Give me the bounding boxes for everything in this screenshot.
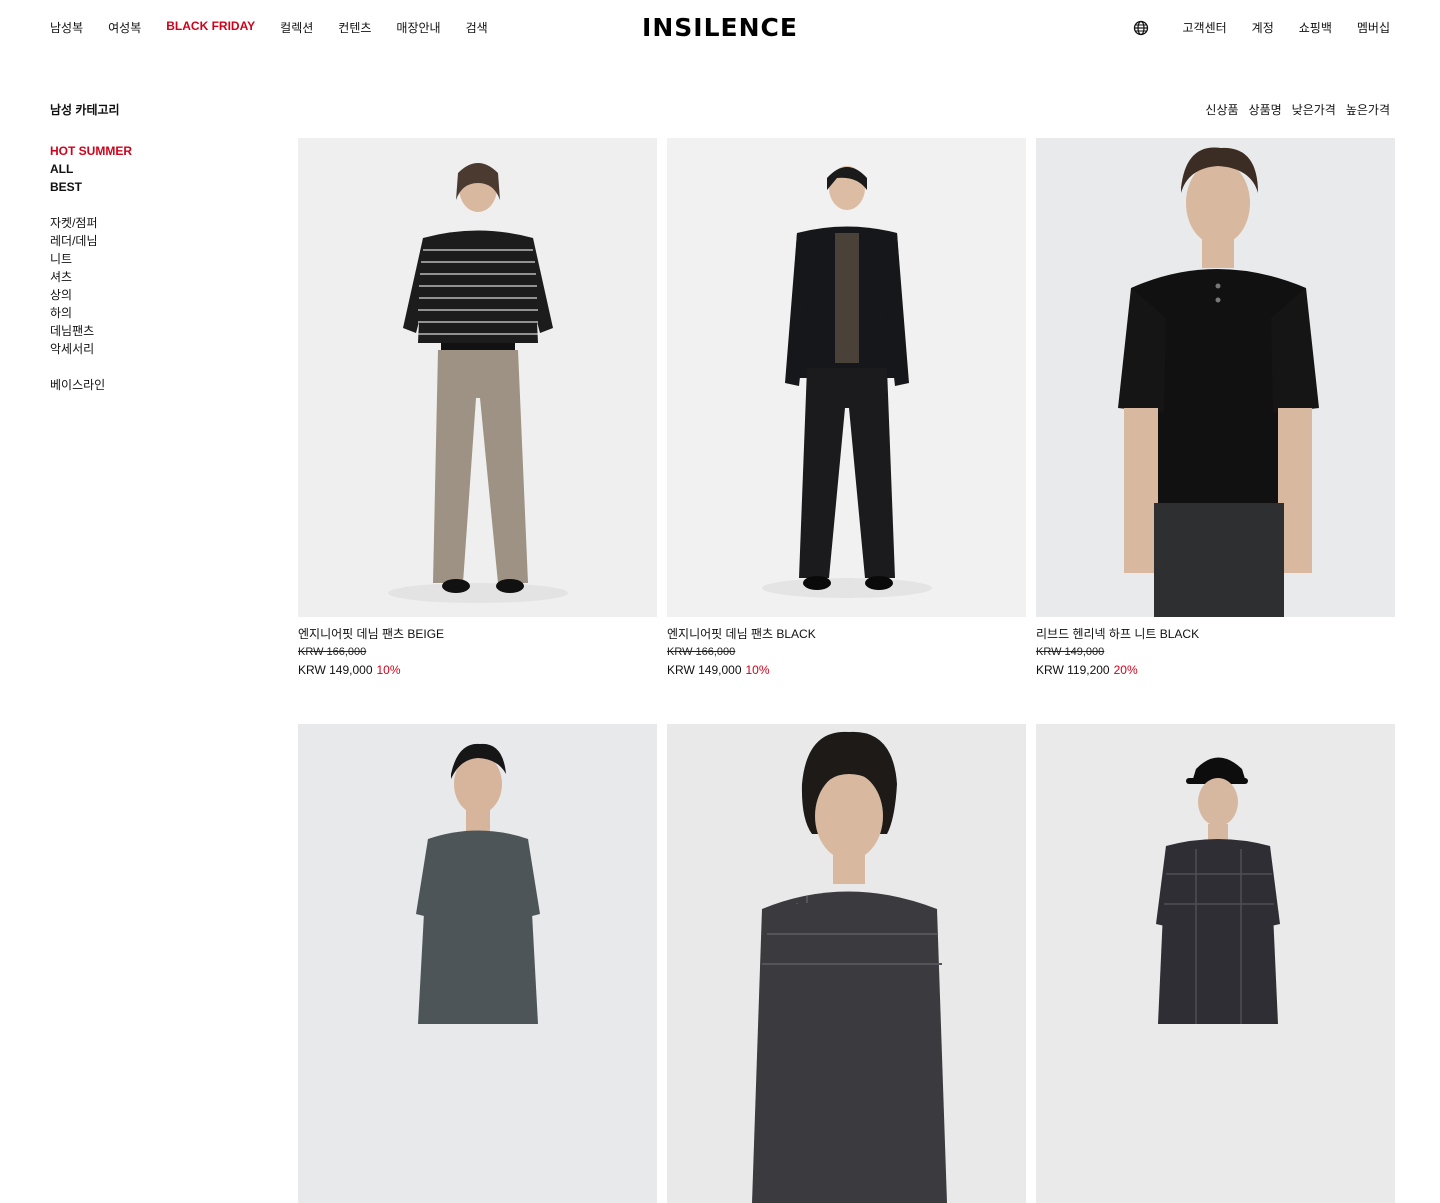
nav-membership[interactable]: 멤버십 — [1357, 19, 1390, 36]
nav-customer-center[interactable]: 고객센터 — [1182, 19, 1226, 36]
sidebar-item-leather-denim[interactable]: 레더/데님 — [50, 232, 132, 250]
product-name[interactable]: 리브드 헨리넥 하프 니트 BLACK — [1036, 625, 1395, 643]
sidebar-item-denim-pants[interactable]: 데님팬츠 — [50, 322, 132, 340]
original-price: KRW 166,000 — [298, 646, 367, 658]
sale-price: KRW 149,000 — [667, 663, 742, 677]
sale-price: KRW 119,200 — [1036, 663, 1110, 677]
sale-price-row: KRW 149,000 10% — [667, 661, 1026, 679]
sidebar-item-hot-summer[interactable]: HOT SUMMER — [50, 142, 132, 160]
sort-options: 신상품 상품명 낮은가격 높은가격 — [1205, 101, 1390, 118]
product-image[interactable] — [1036, 724, 1395, 1203]
category-sidebar: HOT SUMMER ALL BEST 자켓/점퍼 레더/데님 니트 셔츠 상의… — [50, 142, 132, 394]
sidebar-item-shirts[interactable]: 셔츠 — [50, 268, 132, 286]
product-grid: 엔지니어핏 데님 팬츠 BEIGE KRW 166,000 KRW 149,00… — [298, 138, 1395, 1203]
nav-women[interactable]: 여성복 — [108, 19, 141, 36]
product-name[interactable]: 엔지니어핏 데님 팬츠 BLACK — [667, 625, 1026, 643]
nav-collection[interactable]: 컬렉션 — [280, 19, 313, 36]
sort-price-low[interactable]: 낮은가격 — [1292, 101, 1336, 118]
globe-icon[interactable] — [1133, 20, 1149, 36]
sidebar-item-tops[interactable]: 상의 — [50, 286, 132, 304]
sidebar-item-bottoms[interactable]: 하의 — [50, 304, 132, 322]
discount-badge: 10% — [745, 663, 770, 677]
sidebar-item-best[interactable]: BEST — [50, 178, 132, 196]
brand-logo[interactable]: INSILENCE — [626, 14, 814, 42]
product-card[interactable]: 엔지니어핏 데님 팬츠 BLACK KRW 166,000 KRW 149,00… — [667, 138, 1026, 679]
discount-badge: 10% — [376, 663, 401, 677]
sort-price-high[interactable]: 높은가격 — [1346, 101, 1390, 118]
nav-search[interactable]: 검색 — [466, 19, 488, 36]
nav-black-friday[interactable]: BLACK FRIDAY — [166, 19, 255, 36]
product-image[interactable] — [298, 724, 657, 1203]
utility-nav: 고객센터 계정 쇼핑백 멤버십 — [1133, 19, 1390, 36]
sale-price: KRW 149,000 — [298, 663, 373, 677]
product-image[interactable] — [298, 138, 657, 617]
product-name[interactable]: 엔지니어핏 데님 팬츠 BEIGE — [298, 625, 657, 643]
original-price: KRW 149,000 — [1036, 646, 1105, 658]
sale-price-row: KRW 149,000 10% — [298, 661, 657, 679]
product-card[interactable] — [667, 724, 1026, 1203]
product-image[interactable] — [667, 724, 1026, 1203]
sidebar-item-all[interactable]: ALL — [50, 160, 132, 178]
product-card[interactable] — [1036, 724, 1395, 1203]
sort-newest[interactable]: 신상품 — [1205, 101, 1238, 118]
nav-contents[interactable]: 컨텐츠 — [338, 19, 371, 36]
category-title: 남성 카테고리 — [50, 103, 120, 117]
product-image[interactable] — [667, 138, 1026, 617]
product-card[interactable]: 리브드 헨리넥 하프 니트 BLACK KRW 149,000 KRW 119,… — [1036, 138, 1395, 679]
product-card[interactable] — [298, 724, 657, 1203]
sidebar-item-knit[interactable]: 니트 — [50, 250, 132, 268]
nav-account[interactable]: 계정 — [1252, 19, 1274, 36]
product-card[interactable]: 엔지니어핏 데님 팬츠 BEIGE KRW 166,000 KRW 149,00… — [298, 138, 657, 679]
nav-stores[interactable]: 매장안내 — [396, 19, 440, 36]
nav-men[interactable]: 남성복 — [50, 19, 83, 36]
sale-price-row: KRW 119,200 20% — [1036, 661, 1395, 679]
sidebar-item-accessories[interactable]: 악세서리 — [50, 340, 132, 358]
sidebar-item-baseline[interactable]: 베이스라인 — [50, 376, 132, 394]
product-image[interactable] — [1036, 138, 1395, 617]
sidebar-item-jacket[interactable]: 자켓/점퍼 — [50, 214, 132, 232]
main-nav: 남성복 여성복 BLACK FRIDAY 컬렉션 컨텐츠 매장안내 검색 — [50, 19, 513, 36]
nav-shopping-bag[interactable]: 쇼핑백 — [1299, 19, 1332, 36]
original-price: KRW 166,000 — [667, 646, 736, 658]
sort-name[interactable]: 상품명 — [1249, 101, 1282, 118]
discount-badge: 20% — [1113, 663, 1138, 677]
